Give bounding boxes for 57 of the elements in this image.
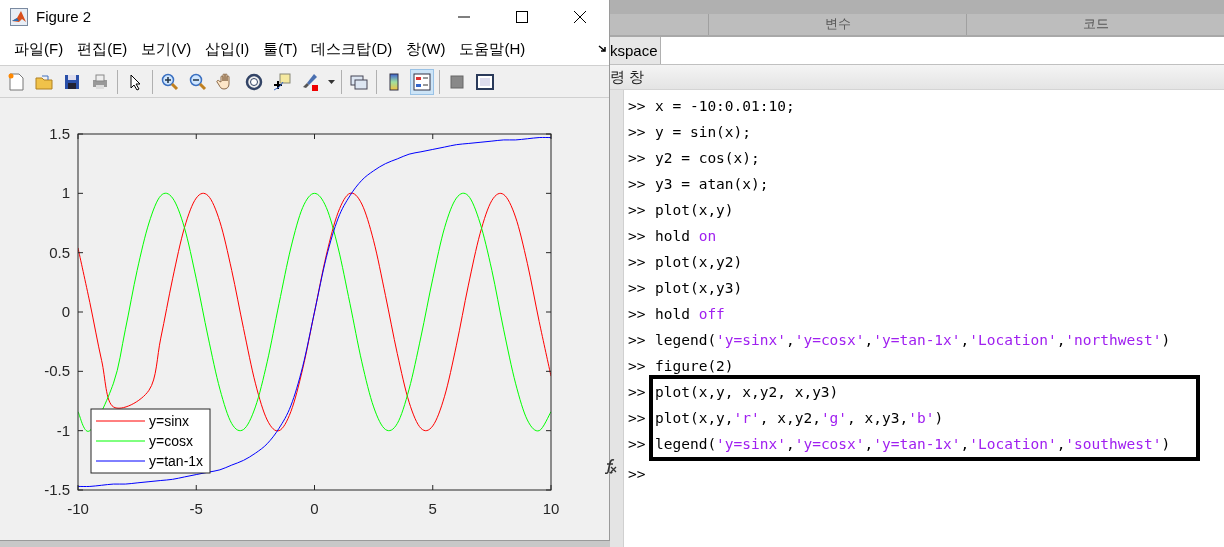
command-line: plot(x,y2) [655,253,743,272]
legend-label: y=cosx [149,433,193,449]
panel-title: 령 창 [610,67,645,87]
legend-label: y=sinx [149,413,190,429]
prompt: >> [628,97,647,116]
prompt: >> [628,383,647,402]
menu-item[interactable]: 삽입(I) [198,39,257,59]
menu-item[interactable]: 데스크탑(D) [304,39,400,59]
command-line: legend('y=sinx','y=cosx','y=tan-1x','Location','northwest') [655,331,1171,350]
menu-item[interactable]: 보기(V) [134,39,199,59]
prompt: >> [628,201,647,220]
prompt: >> [628,279,647,298]
y-tick-label: -1.5 [44,481,70,498]
x-tick-label: 10 [542,500,560,517]
command-line: plot(x,y3) [655,279,743,298]
menu-item[interactable]: 편집(E) [70,39,135,59]
workspace-tab[interactable]: kspace [610,37,661,64]
command-line: y = sin(x); [655,123,752,142]
ribbon-section-label: 코드 [966,14,1224,35]
legend-label: y=tan-1x [149,453,204,469]
command-line: y2 = cos(x); [655,149,760,168]
prompt: >> [628,409,647,428]
prompt: >> [628,357,647,376]
window-title: Figure 2 [36,8,93,25]
command-line: plot(x,y,'r', x,y2,'g', x,y3,'b') [655,409,945,428]
prompt[interactable]: >> [628,461,655,487]
command-line: x = -10:0.01:10; [655,97,795,116]
y-tick-label: 1.5 [49,125,70,142]
x-tick-label: 0 [310,500,319,517]
command-line: figure(2) [655,357,734,376]
menu-item[interactable]: 창(W) [399,39,453,59]
y-tick-label: 0 [61,303,70,320]
command-line: hold on [655,227,717,246]
menu-item[interactable]: 툴(T) [256,39,305,59]
y-tick-label: -1 [56,421,70,439]
prompt: >> [628,435,647,454]
x-tick-label: 5 [428,500,437,517]
command-line: plot(x,y) [655,201,734,220]
prompt: >> [628,123,647,142]
menu-item[interactable]: 도움말(H) [452,39,533,59]
command-line: plot(x,y, x,y2, x,y3) [655,383,840,402]
command-line: hold off [655,305,725,324]
y-tick-label: 0.5 [49,243,70,261]
prompt: >> [628,331,647,350]
command-line: legend('y=sinx','y=cosx','y=tan-1x','Location','southwest') [655,435,1172,454]
prompt: >> [628,305,647,324]
prompt: >> [628,253,647,272]
y-tick-label: -0.5 [44,362,70,380]
command-line: y3 = atan(x); [655,175,769,194]
prompt: >> [628,149,647,168]
prompt: >> [628,227,647,246]
y-tick-label: 1 [61,184,70,202]
x-tick-label: -5 [189,500,203,517]
prompt: >> [628,175,647,194]
x-tick-label: -10 [67,500,89,517]
ribbon-section-label: 변수 [708,14,966,35]
menu-item[interactable]: 파일(F) [7,39,71,59]
